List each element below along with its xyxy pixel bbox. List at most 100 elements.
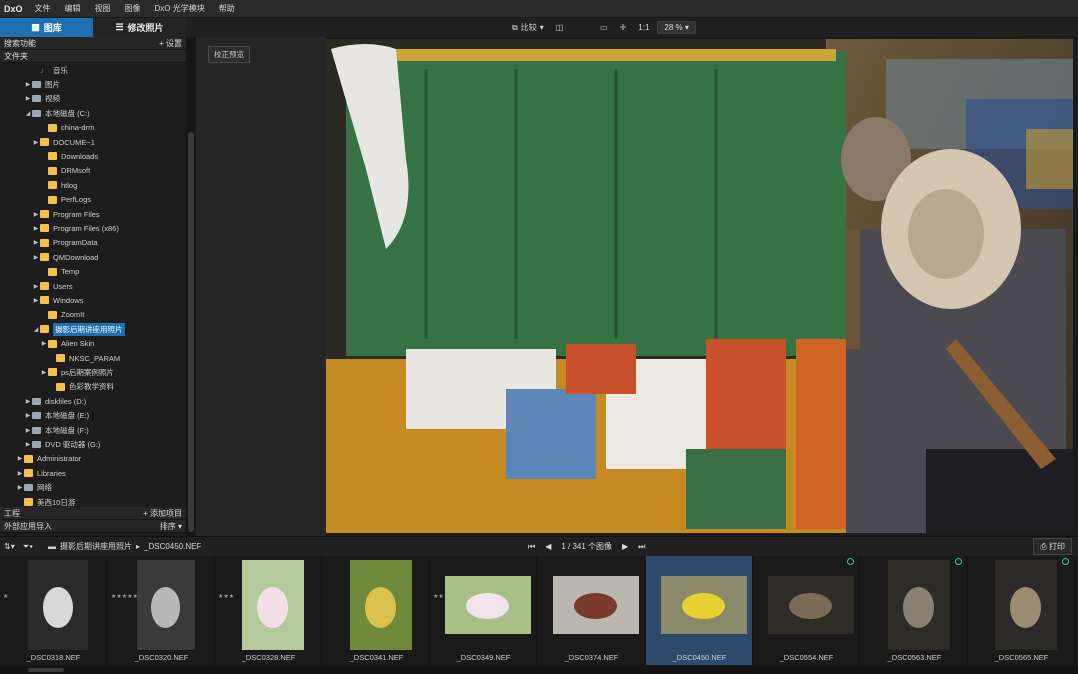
tree-item[interactable]: ▶ Program Files xyxy=(32,207,100,221)
pan-button[interactable]: ✛ xyxy=(616,22,631,33)
menu-edit[interactable]: 编辑 xyxy=(65,3,81,14)
expand-icon[interactable]: ▶ xyxy=(24,427,32,434)
first-image-icon[interactable]: ⏮ xyxy=(528,542,535,552)
tree-item[interactable]: ▶ ProgramData xyxy=(32,236,98,250)
filmstrip-thumbnail[interactable]: _DSC0450.NEF xyxy=(646,556,753,665)
star-rating[interactable]: ★★ xyxy=(433,594,444,601)
tree-item[interactable]: ◢ 摄影后期讲座用照片 xyxy=(32,322,125,336)
expand-icon[interactable]: ▶ xyxy=(32,283,40,290)
filmstrip-thumbnail[interactable]: ★★★ _DSC0328.NEF xyxy=(215,556,322,665)
split-view-button[interactable]: ◫ xyxy=(552,22,568,33)
tree-item[interactable]: ▶ diskfiles (D:) xyxy=(24,394,87,408)
menu-optics[interactable]: DxO 光学模块 xyxy=(155,3,205,14)
filmstrip-thumbnail[interactable]: _DSC0565.NEF xyxy=(968,556,1075,665)
expand-icon[interactable]: ▶ xyxy=(16,484,24,491)
expand-icon[interactable]: ▶ xyxy=(32,254,40,261)
tree-item[interactable]: PerfLogs xyxy=(40,193,91,207)
expand-icon[interactable]: ▶ xyxy=(40,369,48,376)
tree-item[interactable]: Downloads xyxy=(40,149,98,163)
settings-button[interactable]: + 设置 xyxy=(159,38,182,49)
expand-icon[interactable]: ▶ xyxy=(24,441,32,448)
expand-icon[interactable]: ▶ xyxy=(16,470,24,477)
tab-library[interactable]: ▦ 图库 xyxy=(0,18,93,37)
next-image-icon[interactable]: ▶ xyxy=(622,542,628,551)
tree-item[interactable]: ▶ Users xyxy=(32,279,73,293)
menu-file[interactable]: 文件 xyxy=(35,3,51,14)
star-rating[interactable]: ★ xyxy=(3,594,9,601)
breadcrumb-folder[interactable]: 摄影后期讲座用照片 xyxy=(60,541,132,552)
expanded-icon[interactable]: ◢ xyxy=(24,110,32,117)
ratio-button[interactable]: 1:1 xyxy=(634,22,653,33)
menu-image[interactable]: 图像 xyxy=(125,3,141,14)
scrollbar-thumb[interactable] xyxy=(28,668,64,672)
filmstrip-thumbnail[interactable]: _DSC0554.NEF xyxy=(753,556,860,665)
compare-button[interactable]: ⧉ 比较 ▾ xyxy=(508,21,548,34)
expand-icon[interactable]: ▶ xyxy=(32,297,40,304)
tree-item-label: 图片 xyxy=(45,79,60,89)
main-photo[interactable] xyxy=(326,39,1073,533)
drive-icon xyxy=(32,440,41,448)
expand-icon[interactable]: ▶ xyxy=(24,81,32,88)
thumbnail-image xyxy=(349,560,412,650)
print-button[interactable]: ⎙ 打印 xyxy=(1033,538,1072,555)
tree-item[interactable]: ♪ 音乐 xyxy=(32,63,68,77)
printer-icon: ⎙ xyxy=(1040,542,1049,551)
calibrate-preview-button[interactable]: 校正预览 xyxy=(208,46,250,63)
tree-item[interactable]: ◢ 本地磁盘 (C:) xyxy=(24,106,90,120)
tree-item[interactable]: ▶ Alien Skin xyxy=(40,337,95,351)
tree-item[interactable]: 色彩教学资料 xyxy=(48,380,114,394)
filmstrip-thumbnail[interactable]: ★★ _DSC0349.NEF xyxy=(430,556,537,665)
tree-item[interactable]: ▶ Administrator xyxy=(16,452,82,466)
filmstrip-thumbnail[interactable]: ★ _DSC0318.NEF xyxy=(0,556,107,665)
tree-item[interactable]: ▶ QMDownload xyxy=(32,250,99,264)
tree-item[interactable]: china-drm xyxy=(40,121,94,135)
tree-item[interactable]: ▶ 网络 xyxy=(16,481,52,495)
tree-item[interactable]: ▶ DVD 驱动器 (G:) xyxy=(24,437,101,451)
tab-edit[interactable]: ☰ 修改照片 xyxy=(93,18,186,37)
tree-item[interactable]: ▶ 图片 xyxy=(24,77,60,91)
filmstrip-thumbnail[interactable]: _DSC0563.NEF xyxy=(861,556,968,665)
tree-item[interactable]: ▶ Libraries xyxy=(16,466,66,480)
tree-item[interactable]: ▶ 视频 xyxy=(24,92,60,106)
tree-item[interactable]: ▶ Program Files (x86) xyxy=(32,221,119,235)
tree-item[interactable]: ▶ ps后期案例照片 xyxy=(40,365,114,379)
tree-item[interactable]: DRMsoft xyxy=(40,164,90,178)
tree-item[interactable]: ▶ Windows xyxy=(32,293,84,307)
add-project-button[interactable]: + 添加项目 xyxy=(143,508,182,519)
filmstrip-scrollbar[interactable] xyxy=(0,666,1078,674)
expand-icon[interactable]: ▶ xyxy=(40,340,48,347)
folder-scrollbar[interactable] xyxy=(186,37,196,536)
filmstrip-thumbnail[interactable]: ★★★★★ _DSC0320.NEF xyxy=(108,556,215,665)
expand-icon[interactable]: ▶ xyxy=(32,211,40,218)
expand-icon[interactable]: ▶ xyxy=(16,455,24,462)
scrollbar-thumb[interactable] xyxy=(188,132,194,532)
expand-icon[interactable]: ▶ xyxy=(24,412,32,419)
tree-item[interactable]: NKSC_PARAM xyxy=(48,351,120,365)
last-image-icon[interactable]: ⏭ xyxy=(638,542,645,552)
filmstrip-thumbnail[interactable]: _DSC0374.NEF xyxy=(538,556,645,665)
zoom-select[interactable]: 28 % ▾ xyxy=(657,21,696,34)
star-rating[interactable]: ★★★★★ xyxy=(111,594,138,601)
menu-view[interactable]: 视图 xyxy=(95,3,111,14)
expand-icon[interactable]: ▶ xyxy=(24,398,32,405)
expand-icon[interactable]: ▶ xyxy=(32,139,40,146)
expand-icon[interactable]: ▶ xyxy=(24,95,32,102)
fit-screen-button[interactable]: ▭ xyxy=(596,22,612,33)
filter-icon[interactable]: ⏷▾ xyxy=(23,542,33,552)
expanded-icon[interactable]: ◢ xyxy=(32,326,40,333)
tree-item[interactable]: Temp xyxy=(40,265,79,279)
expand-icon[interactable]: ▶ xyxy=(32,239,40,246)
menu-help[interactable]: 帮助 xyxy=(219,3,235,14)
sort-icon[interactable]: ⇅▾ xyxy=(4,542,15,552)
prev-image-icon[interactable]: ◀ xyxy=(545,542,551,551)
filmstrip-thumbnail[interactable]: _DSC0341.NEF xyxy=(323,556,430,665)
tree-item[interactable]: ▶ DOCUME~1 xyxy=(32,135,95,149)
tree-item[interactable]: htlog xyxy=(40,178,77,192)
sort-button[interactable]: 排序 ▾ xyxy=(160,521,182,532)
thumbnail-filename: _DSC0328.NEF xyxy=(241,653,296,662)
tree-item[interactable]: ZoomIt xyxy=(40,308,84,322)
tree-item[interactable]: ▶ 本地磁盘 (E:) xyxy=(24,409,89,423)
expand-icon[interactable]: ▶ xyxy=(32,225,40,232)
tree-item[interactable]: ▶ 本地磁盘 (F:) xyxy=(24,423,89,437)
star-rating[interactable]: ★★★ xyxy=(218,594,234,601)
